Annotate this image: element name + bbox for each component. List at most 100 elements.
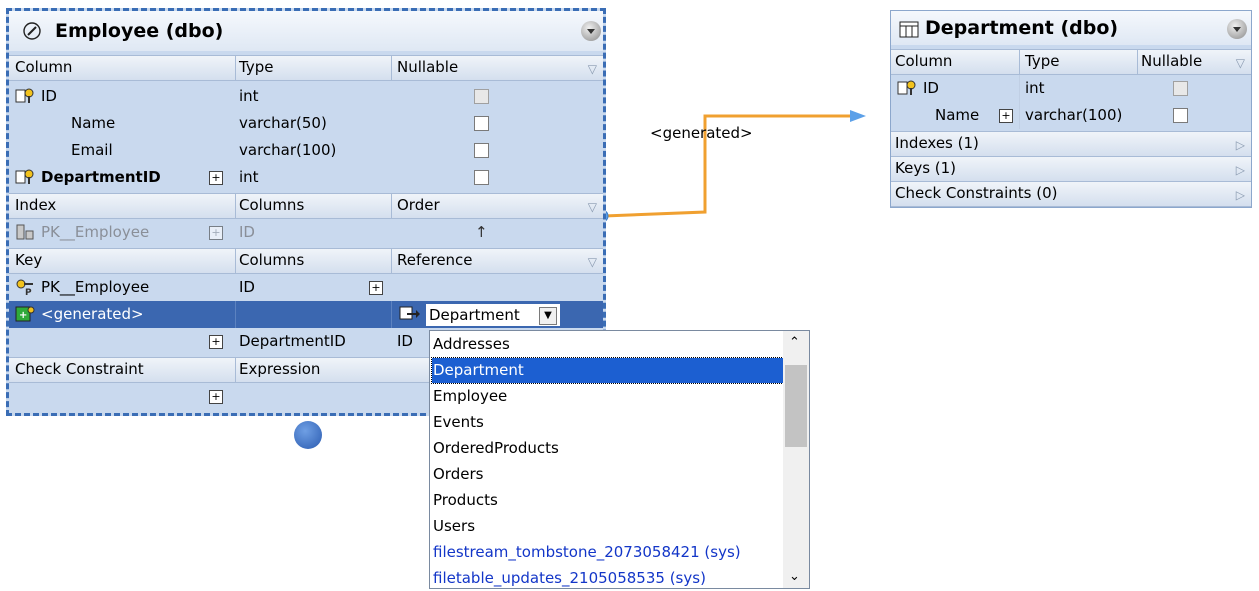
key-columns: DepartmentID — [239, 332, 346, 350]
scroll-down-icon[interactable]: ⌄ — [789, 569, 800, 584]
link-icon[interactable]: + — [209, 171, 223, 185]
reference-select[interactable]: Department ▼ — [425, 303, 561, 327]
list-item-selected[interactable]: Department — [431, 357, 784, 384]
nullable-checkbox[interactable] — [474, 116, 489, 131]
section-check-constraints[interactable]: Check Constraints (0) ▷ — [891, 181, 1251, 207]
key-header: Key Columns Reference ▽ — [9, 248, 603, 274]
connector-label: <generated> — [650, 124, 753, 142]
header-columns: Columns — [239, 196, 305, 214]
index-header: Index Columns Order ▽ — [9, 193, 603, 219]
column-name: Name — [935, 106, 980, 124]
header-key: Key — [15, 251, 43, 269]
nullable-checkbox[interactable] — [474, 89, 489, 104]
link-icon[interactable]: + — [369, 281, 383, 295]
filter-icon[interactable]: ▽ — [588, 251, 597, 273]
collapse-icon[interactable] — [1227, 19, 1247, 39]
section-label: Indexes (1) — [895, 134, 979, 152]
employee-title-bar[interactable]: Employee (dbo) — [9, 11, 603, 51]
key-name: PK__Employee — [41, 278, 150, 296]
link-icon[interactable]: + — [209, 335, 223, 349]
order-arrow-icon[interactable]: ↑ — [475, 219, 488, 246]
column-row-name[interactable]: Name + varchar(100) — [891, 102, 1251, 129]
list-item[interactable]: Users — [432, 514, 783, 539]
header-column: Column — [895, 52, 953, 70]
column-row-departmentid[interactable]: DepartmentID + int — [9, 164, 603, 191]
resize-handle[interactable] — [294, 421, 322, 449]
section-keys[interactable]: Keys (1) ▷ — [891, 156, 1251, 182]
link-icon[interactable]: + — [999, 109, 1013, 123]
list-item[interactable]: Events — [432, 410, 783, 435]
table-icon — [899, 21, 919, 38]
expand-icon[interactable]: ▷ — [1236, 184, 1245, 206]
index-columns: ID — [239, 223, 255, 241]
index-name: PK__Employee — [41, 223, 150, 241]
header-type: Type — [239, 58, 274, 76]
foreign-key-icon: + — [15, 306, 35, 322]
column-row-email[interactable]: Email varchar(100) — [9, 137, 603, 164]
expand-icon[interactable]: ▷ — [1236, 159, 1245, 181]
collapse-icon[interactable] — [581, 21, 601, 41]
column-type: varchar(50) — [239, 114, 327, 132]
column-row-name[interactable]: Name varchar(50) — [9, 110, 603, 137]
list-item[interactable]: filetable_updates_2105058535 (sys) — [432, 566, 783, 591]
department-table[interactable]: Department (dbo) Column Type Nullable ▽ … — [890, 10, 1252, 208]
column-name: ID — [41, 87, 57, 105]
link-icon[interactable]: + — [209, 390, 223, 404]
header-column: Column — [15, 58, 73, 76]
index-icon — [16, 224, 34, 240]
primary-key-icon: P — [16, 279, 33, 296]
scrollbar[interactable]: ⌃ ⌄ — [783, 331, 809, 588]
section-label: Check Constraints (0) — [895, 184, 1058, 202]
reference-select-value: Department — [429, 306, 520, 324]
department-title: Department (dbo) — [925, 17, 1119, 39]
nullable-checkbox[interactable] — [1173, 81, 1188, 96]
column-name: DepartmentID — [41, 168, 161, 186]
filter-icon[interactable]: ▽ — [1236, 52, 1245, 74]
list-item[interactable]: Employee — [432, 384, 783, 409]
key-row-pk[interactable]: P PK__Employee ID + — [9, 274, 603, 301]
column-type: varchar(100) — [239, 141, 337, 159]
key-columns: ID — [239, 278, 255, 296]
svg-text:+: + — [19, 310, 27, 321]
header-type: Type — [1025, 52, 1060, 70]
chevron-down-icon[interactable]: ▼ — [539, 307, 557, 325]
list-item[interactable]: Addresses — [432, 332, 783, 357]
column-row-id[interactable]: ID int — [891, 75, 1251, 102]
reference-arrow-icon — [399, 306, 420, 320]
list-item[interactable]: Products — [432, 488, 783, 513]
column-type: varchar(100) — [1025, 106, 1123, 124]
header-check-constraint: Check Constraint — [15, 360, 144, 378]
header-nullable: Nullable — [1141, 52, 1203, 70]
header-reference: Reference — [397, 251, 473, 269]
section-indexes[interactable]: Indexes (1) ▷ — [891, 131, 1251, 157]
column-type: int — [239, 168, 259, 186]
expand-icon[interactable]: ▷ — [1236, 134, 1245, 156]
nullable-checkbox[interactable] — [474, 143, 489, 158]
filter-icon[interactable]: ▽ — [588, 196, 597, 218]
link-icon[interactable]: + — [209, 226, 223, 240]
list-item[interactable]: filestream_tombstone_2073058421 (sys) — [432, 540, 783, 565]
list-item[interactable]: Orders — [432, 462, 783, 487]
header-nullable: Nullable — [397, 58, 459, 76]
reference-column: ID — [397, 332, 413, 350]
primary-key-icon — [897, 80, 916, 95]
list-item[interactable]: OrderedProducts — [432, 436, 783, 461]
column-type: int — [1025, 79, 1045, 97]
table-dropdown-list[interactable]: Addresses Department Employee Events Ord… — [429, 330, 810, 589]
index-row[interactable]: PK__Employee + ID ↑ — [9, 219, 603, 246]
scrollbar-thumb[interactable] — [785, 365, 807, 447]
nullable-checkbox[interactable] — [474, 170, 489, 185]
columns-header: Column Type Nullable ▽ — [9, 55, 603, 81]
column-name: Name — [71, 114, 116, 132]
header-index: Index — [15, 196, 57, 214]
department-title-bar[interactable]: Department (dbo) — [891, 11, 1251, 45]
header-order: Order — [397, 196, 440, 214]
primary-key-icon — [15, 88, 34, 103]
svg-text:P: P — [25, 288, 32, 296]
employee-title: Employee (dbo) — [55, 20, 224, 42]
filter-icon[interactable]: ▽ — [588, 58, 597, 80]
column-row-id[interactable]: ID int — [9, 83, 603, 110]
nullable-checkbox[interactable] — [1173, 108, 1188, 123]
key-name: <generated> — [41, 305, 144, 323]
scroll-up-icon[interactable]: ⌃ — [789, 335, 800, 350]
